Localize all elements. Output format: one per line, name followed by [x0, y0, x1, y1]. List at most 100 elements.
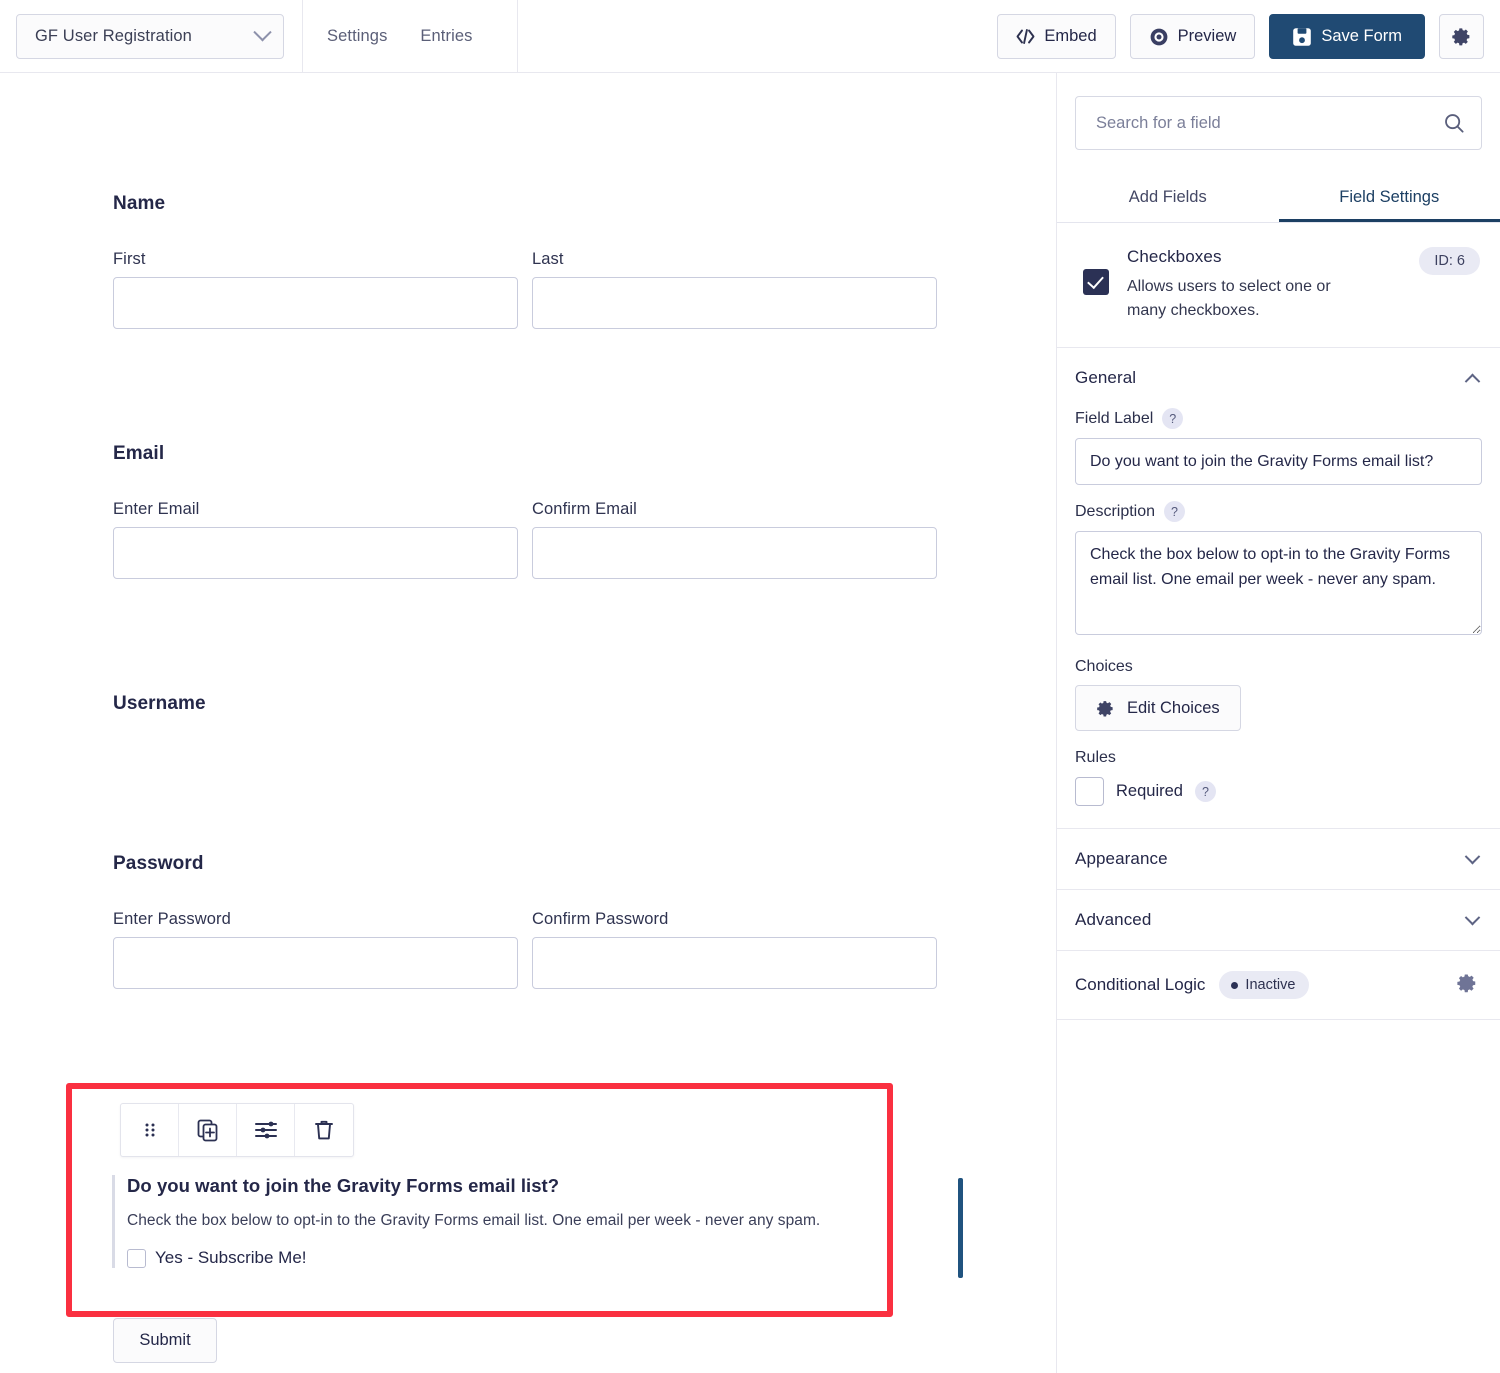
embed-button[interactable]: Embed	[997, 14, 1116, 59]
conditional-logic-row[interactable]: Conditional Logic Inactive	[1057, 951, 1500, 1019]
email-confirm-group: Confirm Email	[532, 500, 937, 579]
choice-label: Yes - Subscribe Me!	[155, 1248, 307, 1267]
edit-choices-button[interactable]: Edit Choices	[1075, 685, 1241, 731]
field-settings-button[interactable]	[237, 1104, 295, 1156]
name-last-group: Last	[532, 250, 937, 329]
drag-handle-button[interactable]	[121, 1104, 179, 1156]
form-field-username[interactable]: Username	[113, 693, 940, 715]
gear-icon	[1452, 28, 1470, 46]
form-switcher-label: GF User Registration	[35, 26, 192, 45]
input-confirm-email[interactable]	[532, 527, 937, 579]
form-switcher-dropdown[interactable]: GF User Registration	[16, 13, 284, 59]
selected-field-content: Do you want to join the Gravity Forms em…	[112, 1175, 872, 1268]
required-rule-row[interactable]: Required ?	[1075, 777, 1482, 806]
label-enter-password: Enter Password	[113, 910, 231, 928]
search-icon[interactable]	[1443, 112, 1465, 134]
selected-field-description: Check the box below to opt-in to the Gra…	[127, 1212, 821, 1229]
form-field-name[interactable]: Name First Last	[113, 193, 940, 329]
search-field-wrapper[interactable]	[1075, 96, 1482, 150]
chevron-up-icon	[1464, 373, 1481, 389]
password-enter-group: Enter Password	[113, 910, 518, 989]
form-field-password[interactable]: Password Enter Password Confirm Password	[113, 853, 940, 989]
required-checkbox[interactable]	[1075, 777, 1104, 806]
form-editor-canvas: Name First Last Email Enter Email Confir…	[0, 73, 1056, 1373]
header-nav-tabs: Settings Entries	[327, 0, 472, 73]
conditional-logic-settings-button[interactable]	[1456, 972, 1478, 999]
required-label: Required	[1116, 782, 1183, 800]
choices-caption-row: Choices	[1075, 658, 1482, 676]
gear-icon	[1097, 700, 1113, 716]
field-title-username: Username	[113, 693, 206, 714]
submit-button[interactable]: Submit	[113, 1318, 217, 1363]
edit-choices-label: Edit Choices	[1127, 698, 1220, 717]
choices-caption: Choices	[1075, 658, 1133, 675]
help-icon-description[interactable]: ?	[1164, 501, 1186, 522]
description-textarea[interactable]	[1075, 531, 1482, 635]
label-last: Last	[532, 250, 564, 268]
form-settings-button[interactable]	[1439, 14, 1484, 59]
help-icon-required[interactable]: ?	[1194, 781, 1216, 802]
choice-row[interactable]: Yes - Subscribe Me!	[127, 1248, 872, 1268]
section-title-general: General	[1075, 368, 1137, 387]
eye-icon	[1150, 28, 1168, 45]
save-form-button[interactable]: Save Form	[1269, 14, 1425, 59]
save-form-button-label: Save Form	[1321, 27, 1402, 45]
section-title-appearance: Appearance	[1075, 849, 1168, 868]
help-icon-field-label[interactable]: ?	[1162, 408, 1184, 429]
selected-checkbox-field[interactable]: Do you want to join the Gravity Forms em…	[66, 1083, 893, 1317]
nav-tab-entries[interactable]: Entries	[420, 27, 472, 46]
section-header-appearance[interactable]: Appearance	[1057, 829, 1500, 889]
input-last-name[interactable]	[532, 277, 937, 329]
field-drop-indicator	[958, 1178, 963, 1278]
nav-tab-settings[interactable]: Settings	[327, 27, 387, 46]
section-body-general: Field Label ? Description ? Choices Edit…	[1057, 408, 1500, 828]
tab-field-settings[interactable]: Field Settings	[1279, 176, 1500, 222]
conditional-logic-title: Conditional Logic	[1075, 975, 1206, 994]
field-label-input[interactable]	[1075, 438, 1482, 485]
choice-checkbox[interactable]	[127, 1248, 146, 1268]
input-first-name[interactable]	[113, 277, 518, 329]
field-settings-sidebar: Add Fields Field Settings Checkboxes All…	[1056, 73, 1500, 1373]
drag-handle-icon	[145, 1123, 154, 1137]
header-divider-left	[302, 0, 303, 73]
gear-icon	[1457, 973, 1476, 992]
field-settings-icon	[254, 1121, 277, 1139]
label-confirm-email: Confirm Email	[532, 500, 637, 518]
field-title-email: Email	[113, 443, 165, 464]
duplicate-field-button[interactable]	[179, 1104, 237, 1156]
search-input[interactable]	[1096, 113, 1443, 133]
rules-caption-row: Rules	[1075, 749, 1482, 767]
save-disk-icon	[1293, 27, 1312, 46]
chevron-down-icon	[253, 22, 272, 41]
section-header-advanced[interactable]: Advanced	[1057, 890, 1500, 950]
duplicate-field-icon	[197, 1119, 217, 1142]
label-first: First	[113, 250, 146, 268]
input-confirm-password[interactable]	[532, 937, 937, 989]
field-action-toolbar	[120, 1103, 354, 1157]
description-caption-row: Description ?	[1075, 501, 1482, 522]
field-type-title: Checkboxes	[1127, 247, 1222, 266]
delete-field-button[interactable]	[295, 1104, 353, 1156]
field-title-name: Name	[113, 193, 166, 214]
preview-button-label: Preview	[1177, 27, 1237, 45]
input-enter-email[interactable]	[113, 527, 518, 579]
selected-field-header: Checkboxes Allows users to select one or…	[1057, 223, 1500, 348]
chevron-down-icon	[1464, 848, 1481, 864]
embed-button-label: Embed	[1044, 27, 1097, 45]
section-header-general[interactable]: General	[1057, 348, 1500, 408]
conditional-logic-status-label: Inactive	[1245, 977, 1296, 993]
form-field-email[interactable]: Email Enter Email Confirm Email	[113, 443, 940, 579]
field-type-description: Allows users to select one or many check…	[1127, 278, 1331, 319]
selected-field-label: Do you want to join the Gravity Forms em…	[127, 1175, 560, 1196]
sidebar-tabs: Add Fields Field Settings	[1057, 176, 1500, 223]
input-enter-password[interactable]	[113, 937, 518, 989]
rules-caption: Rules	[1075, 749, 1116, 766]
field-label-caption-row: Field Label ?	[1075, 408, 1482, 429]
label-confirm-password: Confirm Password	[532, 910, 669, 928]
divider-after-conditional-logic	[1057, 1019, 1500, 1020]
field-label-caption: Field Label	[1075, 409, 1154, 427]
label-enter-email: Enter Email	[113, 500, 200, 518]
email-enter-group: Enter Email	[113, 500, 518, 579]
preview-button[interactable]: Preview	[1129, 14, 1256, 59]
tab-add-fields[interactable]: Add Fields	[1057, 176, 1279, 222]
